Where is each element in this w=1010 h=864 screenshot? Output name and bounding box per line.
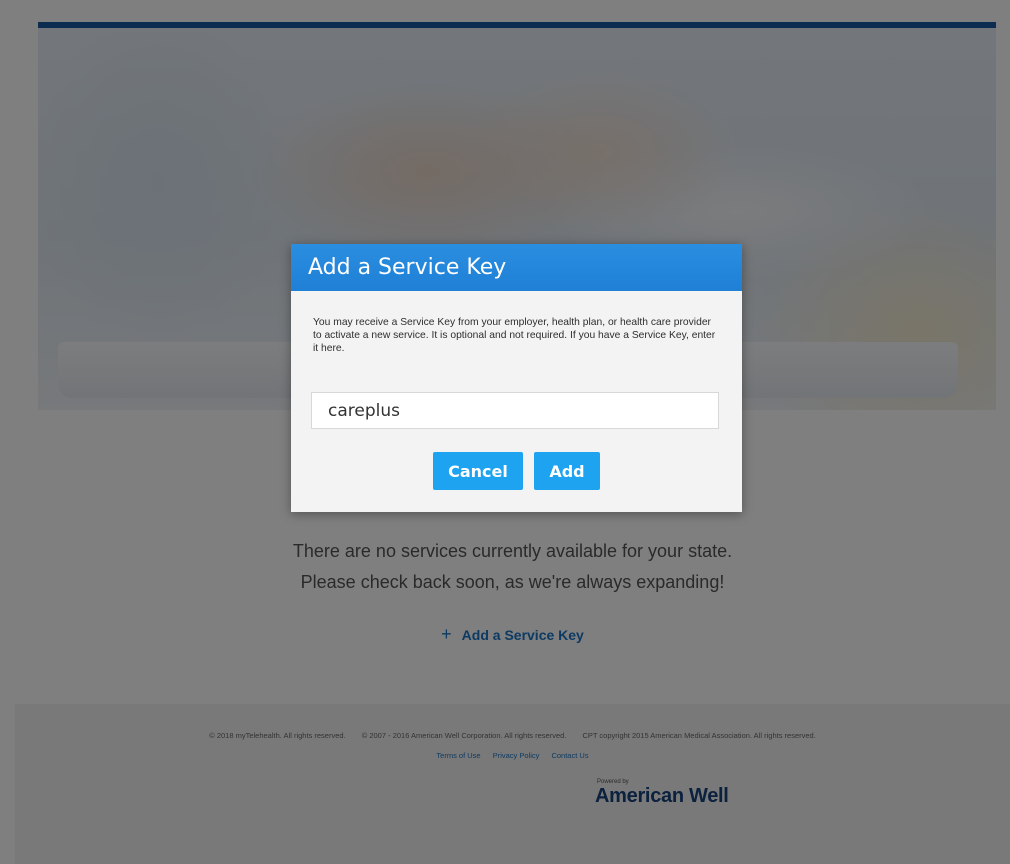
cancel-button[interactable]: Cancel	[433, 452, 523, 490]
add-button[interactable]: Add	[534, 452, 600, 490]
dialog-title: Add a Service Key	[291, 244, 742, 291]
add-service-key-dialog: Add a Service Key You may receive a Serv…	[291, 244, 742, 512]
service-key-input[interactable]	[311, 392, 719, 429]
dialog-description: You may receive a Service Key from your …	[313, 317, 716, 354]
